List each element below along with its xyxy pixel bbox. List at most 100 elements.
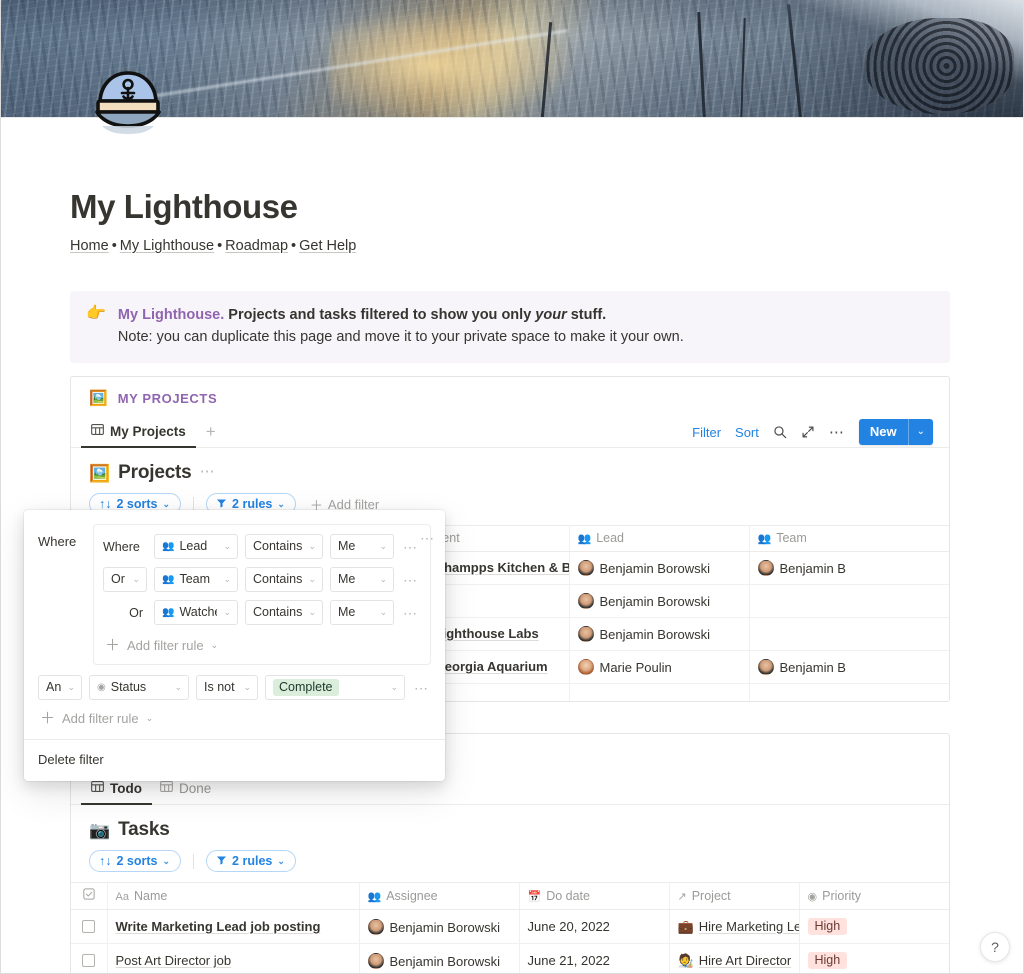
cell-assignee[interactable]: Benjamin Borowski — [359, 909, 520, 944]
tab-my-projects[interactable]: My Projects — [81, 416, 196, 448]
rule-more-icon[interactable]: ⋯ — [403, 540, 418, 554]
team-name: Benjamin B — [779, 660, 846, 675]
avatar — [757, 560, 774, 576]
chevron-down-icon: ⌄ — [379, 540, 387, 551]
table-row[interactable]: Post Art Director job Benjamin Borowski … — [71, 943, 949, 974]
row-checkbox[interactable] — [82, 954, 96, 967]
search-icon[interactable] — [773, 425, 787, 439]
column-header-priority[interactable]: ◉ Priority — [799, 882, 949, 910]
project-name: Hire Art Director — [698, 952, 792, 968]
rules-pill-tasks[interactable]: 2 rules ⌄ — [206, 850, 296, 872]
add-filter-rule-button[interactable]: ＋ Add filter rule ⌄ — [38, 706, 431, 731]
cell-team[interactable]: Benjamin B — [749, 551, 949, 585]
column-header-team[interactable]: 👥 Team — [749, 525, 949, 552]
chevron-down-icon: ⌄ — [390, 681, 398, 692]
column-header-assignee[interactable]: 👥 Assignee — [359, 882, 520, 910]
rule-operator-select[interactable]: Contains ⌄ — [245, 567, 323, 592]
projects-db-title-row: 🖼️ Projects ⋯ — [71, 448, 949, 484]
breadcrumb-link-roadmap[interactable]: Roadmap — [225, 238, 288, 254]
bottom-rule-conjunction-select[interactable]: And ⌄ — [38, 675, 82, 700]
rule-property-select[interactable]: 👥 Lead ⌄ — [154, 534, 238, 559]
group-add-filter-rule-button[interactable]: ＋ Add filter rule ⌄ — [103, 633, 421, 658]
cell-empty[interactable] — [749, 683, 949, 701]
projects-view-actions: Filter Sort ⋯ New ⌄ — [692, 419, 933, 445]
filter-funnel-icon — [216, 854, 227, 868]
new-button[interactable]: New — [859, 419, 908, 445]
rule-more-icon[interactable]: ⋯ — [403, 606, 418, 620]
column-header-do-date[interactable]: 📅 Do date — [519, 882, 670, 910]
filter-rule-row: Where 👥 Lead ⌄ Contains ⌄ Me ⌄ ⋯ — [103, 534, 421, 559]
cell-priority[interactable]: High — [799, 909, 949, 944]
cell-team[interactable] — [749, 584, 949, 618]
breadcrumb-link-get-help[interactable]: Get Help — [299, 238, 356, 254]
team-name: Benjamin B — [779, 561, 846, 576]
rule-value-select[interactable]: Me ⌄ — [330, 567, 394, 592]
column-header-project[interactable]: ↗ Project — [669, 882, 800, 910]
rule-conjunction-select[interactable]: Or ⌄ — [103, 567, 147, 592]
filter-group-more-icon[interactable]: ⋯ — [420, 530, 435, 547]
cell-assignee[interactable]: Benjamin Borowski — [359, 943, 520, 974]
projects-view-tabs: My Projects + Filter Sort ⋯ New ⌄ — [71, 416, 949, 448]
cell-checkbox[interactable] — [71, 943, 108, 974]
cell-team[interactable]: Benjamin B — [749, 650, 949, 684]
column-label: Assignee — [386, 888, 438, 903]
sort-button[interactable]: Sort — [735, 425, 759, 440]
rule-property-select[interactable]: 👥 Watche… ⌄ — [154, 600, 238, 625]
sorts-pill-label: 2 sorts — [116, 497, 158, 511]
cell-project[interactable]: 💼Hire Marketing Lead — [669, 909, 800, 944]
expand-icon[interactable] — [801, 425, 815, 439]
column-header-lead[interactable]: 👥 Lead — [569, 525, 750, 552]
sorts-pill-tasks[interactable]: ↑↓ 2 sorts ⌄ — [89, 850, 182, 872]
rules-pill-label: 2 rules — [232, 497, 273, 511]
add-view-button[interactable]: + — [202, 419, 220, 444]
cell-do-date[interactable]: June 20, 2022 — [519, 909, 670, 944]
projects-db-more-icon[interactable]: ⋯ — [200, 464, 216, 482]
person-property-icon: 👥 — [162, 606, 175, 618]
captain-hat-icon[interactable] — [82, 68, 174, 140]
rule-more-icon[interactable]: ⋯ — [403, 573, 418, 587]
bottom-rule-value-select[interactable]: Complete ⌄ — [265, 675, 405, 700]
cell-name[interactable]: Post Art Director job — [107, 943, 360, 974]
rule-operator-select[interactable]: Contains ⌄ — [245, 534, 323, 559]
cell-checkbox[interactable] — [71, 909, 108, 944]
cell-name[interactable]: Write Marketing Lead job posting — [107, 909, 360, 944]
new-button-group: New ⌄ — [858, 419, 933, 445]
delete-filter-button[interactable]: Delete filter — [38, 752, 104, 767]
rule-value-select[interactable]: Me ⌄ — [330, 534, 394, 559]
cell-lead[interactable]: Marie Poulin — [569, 650, 750, 684]
bottom-rule-property-select[interactable]: ◉ Status ⌄ — [89, 675, 189, 700]
column-header-checkbox[interactable] — [71, 882, 108, 910]
rule-property-select[interactable]: 👥 Team ⌄ — [154, 567, 238, 592]
table-row[interactable]: Write Marketing Lead job posting Benjami… — [71, 909, 949, 944]
column-label: Project — [691, 888, 731, 903]
chevron-down-icon: ⌄ — [308, 540, 316, 551]
tab-label: My Projects — [110, 423, 186, 439]
lead-name: Benjamin Borowski — [599, 561, 711, 576]
filter-button[interactable]: Filter — [692, 425, 721, 440]
breadcrumb-link-home[interactable]: Home — [70, 238, 109, 254]
filter-popup-footer: Delete filter — [24, 739, 445, 781]
chevron-down-icon: ⌄ — [67, 681, 75, 692]
cell-priority[interactable]: High — [799, 943, 949, 974]
cell-team[interactable] — [749, 617, 949, 651]
cell-lead[interactable]: Benjamin Borowski — [569, 617, 750, 651]
cell-empty[interactable] — [569, 683, 750, 701]
help-button[interactable]: ? — [980, 932, 1010, 962]
cell-do-date[interactable]: June 21, 2022 — [519, 943, 670, 974]
tasks-db-name[interactable]: Tasks — [118, 819, 170, 841]
bottom-rule-operator-select[interactable]: Is not ⌄ — [196, 675, 258, 700]
breadcrumb-link-my-lighthouse[interactable]: My Lighthouse — [120, 238, 214, 254]
cell-lead[interactable]: Benjamin Borowski — [569, 551, 750, 585]
column-header-name[interactable]: Aa Name — [107, 882, 360, 910]
rule-value-select[interactable]: Me ⌄ — [330, 600, 394, 625]
cell-lead[interactable]: Benjamin Borowski — [569, 584, 750, 618]
new-button-caret-icon[interactable]: ⌄ — [909, 419, 933, 445]
bottom-rule-more-icon[interactable]: ⋯ — [414, 681, 429, 695]
more-options-icon[interactable]: ⋯ — [829, 425, 845, 440]
person-property-icon: 👥 — [757, 533, 772, 545]
rule-operator-select[interactable]: Contains ⌄ — [245, 600, 323, 625]
cell-project[interactable]: 🧑‍🎨 Hire Art Director — [669, 943, 800, 974]
avatar — [367, 918, 384, 935]
projects-db-name[interactable]: Projects — [118, 462, 192, 484]
row-checkbox[interactable] — [82, 920, 96, 933]
